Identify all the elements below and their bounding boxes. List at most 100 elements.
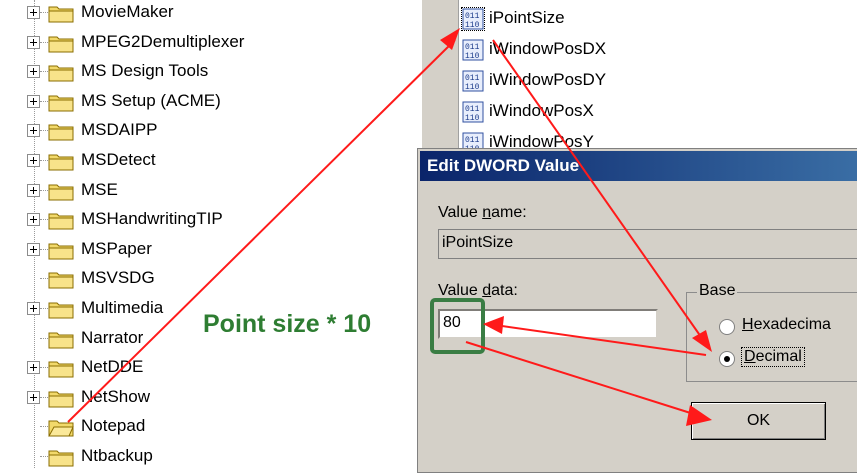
tree-item[interactable]: NetShow [0, 383, 400, 413]
svg-text:011: 011 [465, 105, 480, 114]
svg-text:011: 011 [465, 43, 480, 52]
expand-plus-icon[interactable] [27, 35, 40, 49]
value-item-label: iPointSize [489, 8, 565, 27]
folder-icon [48, 329, 74, 349]
expand-plus-icon[interactable] [27, 183, 40, 197]
tree-item-label: NetShow [81, 386, 150, 406]
tree-item-label: NetDDE [81, 357, 144, 377]
value-list-item[interactable]: 011 110 iWindowPosDX [462, 36, 842, 66]
tree-item[interactable]: NetDDE [0, 353, 400, 383]
folder-icon [48, 3, 74, 23]
expand-plus-icon[interactable] [27, 213, 40, 227]
dword-value-icon: 011 110 [462, 70, 484, 92]
tree-item[interactable]: Notepad [0, 412, 400, 442]
value-name-field[interactable]: iPointSize [438, 229, 857, 259]
tree-item-label: Narrator [81, 327, 144, 347]
expand-plus-icon[interactable] [27, 154, 40, 167]
tree-item-label: MSHandwritingTIP [81, 209, 223, 229]
tree-connector [40, 367, 48, 369]
decimal-radio[interactable] [719, 351, 735, 367]
tree-item-label: MPEG2Demultiplexer [81, 31, 245, 51]
tree-connector [40, 248, 48, 250]
dword-value-icon: 011 110 [462, 39, 484, 61]
folder-icon [48, 181, 74, 201]
tree-item[interactable]: MS Design Tools [0, 57, 400, 87]
value-name-label: Value name: [438, 204, 527, 221]
expand-plus-icon[interactable] [27, 65, 40, 79]
value-list-item[interactable]: 011 110 iPointSize [461, 5, 842, 35]
value-item-label: iWindowPosDX [489, 39, 607, 58]
tree-item-label: Ntbackup [81, 446, 153, 465]
tree-item-label: MSE [81, 179, 118, 199]
tree-item-label: Multimedia [81, 298, 164, 317]
folder-icon [48, 62, 74, 82]
list-gutter [422, 0, 459, 150]
value-list-item[interactable]: 011 110 iWindowPosDY [462, 67, 842, 97]
tree-item[interactable]: MS Setup (ACME) [0, 87, 400, 117]
value-list-item[interactable]: 011 110 iWindowPosX [462, 98, 842, 128]
tree-connector [40, 71, 48, 73]
svg-text:110: 110 [465, 21, 480, 30]
folder-icon [48, 121, 74, 141]
tree-item[interactable]: MSVSDG [0, 264, 400, 294]
tree-connector [40, 130, 48, 132]
tree-item-label: MSDAIPP [81, 120, 158, 140]
tree-connector [40, 456, 48, 457]
svg-text:110: 110 [465, 52, 480, 61]
folder-icon [48, 210, 74, 230]
expand-plus-icon[interactable] [27, 124, 40, 138]
base-label: Base [697, 282, 738, 300]
tree-connector [40, 426, 48, 428]
dialog-titlebar[interactable]: Edit DWORD Value [420, 151, 857, 181]
tree-connector [40, 41, 48, 43]
svg-text:011: 011 [465, 12, 480, 21]
tree-item[interactable]: MSHandwritingTIP [0, 205, 400, 235]
dword-value-icon: 011 110 [462, 101, 484, 123]
tree-connector [40, 12, 48, 13]
folder-icon [48, 33, 74, 53]
dialog-title: Edit DWORD Value [427, 156, 580, 175]
expand-plus-icon[interactable] [27, 6, 40, 19]
tree-item-label: MSVSDG [81, 268, 155, 288]
tree-connector [40, 219, 48, 221]
registry-value-list: 011 110 iPointSize 011 110 iWindowPosDX … [422, 0, 857, 154]
hexadecimal-label[interactable]: Hexadecima [742, 316, 831, 334]
svg-text:110: 110 [465, 114, 480, 123]
folder-icon [48, 240, 74, 260]
folder-icon [48, 269, 74, 289]
base-groupbox: Base Hexadecima Decimal [686, 282, 857, 382]
expand-plus-icon[interactable] [27, 94, 40, 108]
tree-item-label: MS Design Tools [81, 61, 209, 81]
expand-plus-icon[interactable] [27, 242, 40, 256]
tree-item-label: MovieMaker [81, 2, 174, 21]
annotation-text: Point size * 10 [203, 310, 372, 338]
tree-connector [40, 189, 48, 191]
expand-plus-icon[interactable] [27, 390, 40, 404]
tree-connector [40, 308, 48, 309]
tree-connector [40, 396, 48, 398]
folder-icon [48, 388, 74, 408]
hexadecimal-radio[interactable] [719, 319, 735, 335]
tree-item-label: MSPaper [81, 238, 152, 258]
tree-connector [40, 160, 48, 161]
tree-connector [40, 337, 48, 339]
svg-text:011: 011 [465, 136, 480, 145]
tree-item[interactable]: MSDAIPP [0, 116, 400, 146]
tree-item[interactable]: MPEG2Demultiplexer [0, 28, 400, 58]
tree-item[interactable]: MovieMaker [0, 0, 400, 28]
value-highlight-box [430, 298, 485, 354]
expand-plus-icon[interactable] [27, 361, 40, 375]
tree-item-label: MS Setup (ACME) [81, 90, 221, 110]
expand-plus-icon[interactable] [27, 302, 40, 315]
folder-icon [48, 447, 74, 467]
value-item-label: iWindowPosDY [489, 70, 607, 89]
ok-button[interactable]: OK [691, 402, 826, 440]
tree-item[interactable]: MSPaper [0, 235, 400, 265]
value-item-label: iWindowPosX [489, 101, 594, 120]
tree-item-label: Notepad [81, 416, 146, 436]
tree-connector [40, 100, 48, 102]
tree-item[interactable]: MSE [0, 176, 400, 206]
tree-item[interactable]: MSDetect [0, 146, 400, 176]
folder-icon [48, 92, 74, 112]
decimal-label[interactable]: Decimal [741, 347, 805, 367]
